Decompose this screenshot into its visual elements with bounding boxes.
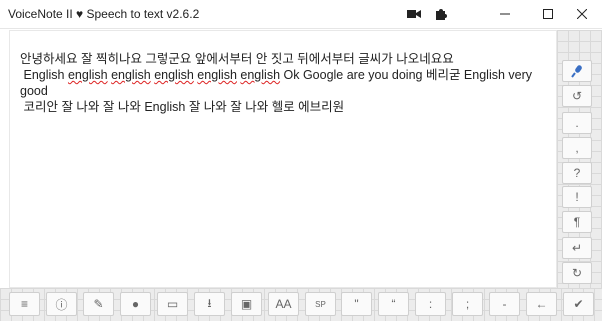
puzzle-icon	[436, 9, 447, 20]
text-line-1: 안녕하세요 잘 찍히나요 그렇군요 앞에서부터 안 짓고 뒤에서부터 글씨가 나…	[20, 52, 454, 66]
menu-button[interactable]: ≡	[9, 292, 40, 316]
close-button[interactable]	[562, 0, 602, 28]
semicolon-button[interactable]: ;	[452, 292, 483, 316]
eraser-button[interactable]: ▭	[157, 292, 188, 316]
check-icon: ✔	[573, 297, 584, 311]
exclamation-button[interactable]: !	[562, 186, 592, 208]
close-icon	[577, 9, 587, 19]
backspace-icon: ←	[535, 297, 548, 311]
globe-button[interactable]: ●	[120, 292, 151, 316]
colon-button[interactable]: :	[415, 292, 446, 316]
undo-button[interactable]: ↺	[562, 85, 592, 107]
misspelled-word: english	[154, 68, 194, 82]
misspelled-word: english	[67, 68, 108, 82]
pencil-icon: ✎	[93, 297, 104, 311]
question-button[interactable]: ?	[562, 162, 592, 184]
extensions-button[interactable]	[421, 0, 461, 28]
period-button[interactable]: .	[562, 112, 592, 134]
undo-icon: ↺	[571, 89, 583, 103]
space-button[interactable]: SP	[305, 292, 336, 316]
download-button[interactable]: ⭳	[194, 292, 225, 316]
microphone-button[interactable]	[562, 60, 592, 82]
misspelled-word: english	[197, 68, 237, 82]
font-size-button[interactable]: AA	[268, 292, 299, 316]
save-button[interactable]: ▣	[231, 292, 262, 316]
minimize-icon	[500, 13, 510, 15]
bottom-toolbar: ≡ ⓘ ✎ ● ▭ ⭳ ▣ AA SP " “ : ; - ← ✔	[0, 288, 602, 321]
save-icon: ▣	[240, 297, 253, 311]
title-bar: VoiceNote II ♥ Speech to text v2.6.2	[0, 0, 602, 29]
backspace-button[interactable]: ←	[526, 292, 557, 316]
comma-button[interactable]: ,	[562, 137, 592, 159]
menu-icon: ≡	[20, 297, 28, 311]
newline-button[interactable]: ↵	[562, 237, 592, 259]
transcribed-text: 안녕하세요 잘 찍히나요 그렇군요 앞에서부터 안 짓고 뒤에서부터 글씨가 나…	[20, 51, 545, 115]
minimize-button[interactable]	[485, 0, 525, 28]
paragraph-button[interactable]: ¶	[562, 211, 592, 233]
speech-text-area[interactable]: 안녕하세요 잘 찍히나요 그렇군요 앞에서부터 안 짓고 뒤에서부터 글씨가 나…	[9, 30, 557, 288]
camera-icon	[407, 10, 421, 18]
info-icon: ⓘ	[55, 297, 68, 312]
download-icon: ⭳	[207, 295, 212, 310]
info-button[interactable]: ⓘ	[46, 292, 77, 316]
pencil-button[interactable]: ✎	[83, 292, 114, 316]
redo-icon: ↻	[571, 266, 583, 280]
maximize-icon	[543, 9, 553, 19]
confirm-button[interactable]: ✔	[563, 292, 594, 316]
microphone-icon	[571, 65, 582, 78]
double-quote-button[interactable]: "	[341, 292, 372, 316]
single-quote-button[interactable]: “	[378, 292, 409, 316]
eraser-icon: ▭	[166, 297, 179, 311]
misspelled-word: english	[111, 68, 151, 82]
globe-icon: ●	[131, 297, 140, 311]
return-icon: ↵	[571, 241, 583, 255]
window-title: VoiceNote II ♥ Speech to text v2.6.2	[8, 7, 200, 21]
misspelled-word: english	[240, 68, 281, 82]
redo-button[interactable]: ↻	[562, 262, 592, 284]
text-line-2-prefix: English	[20, 68, 68, 82]
punctuation-sidebar: ↺ . , ? ! ¶ ↵ ↻	[557, 30, 602, 288]
text-line-3: 코리안 잘 나와 잘 나와 English 잘 나와 잘 나와 헬로 에브리원	[20, 100, 345, 114]
dash-button[interactable]: -	[489, 292, 520, 316]
